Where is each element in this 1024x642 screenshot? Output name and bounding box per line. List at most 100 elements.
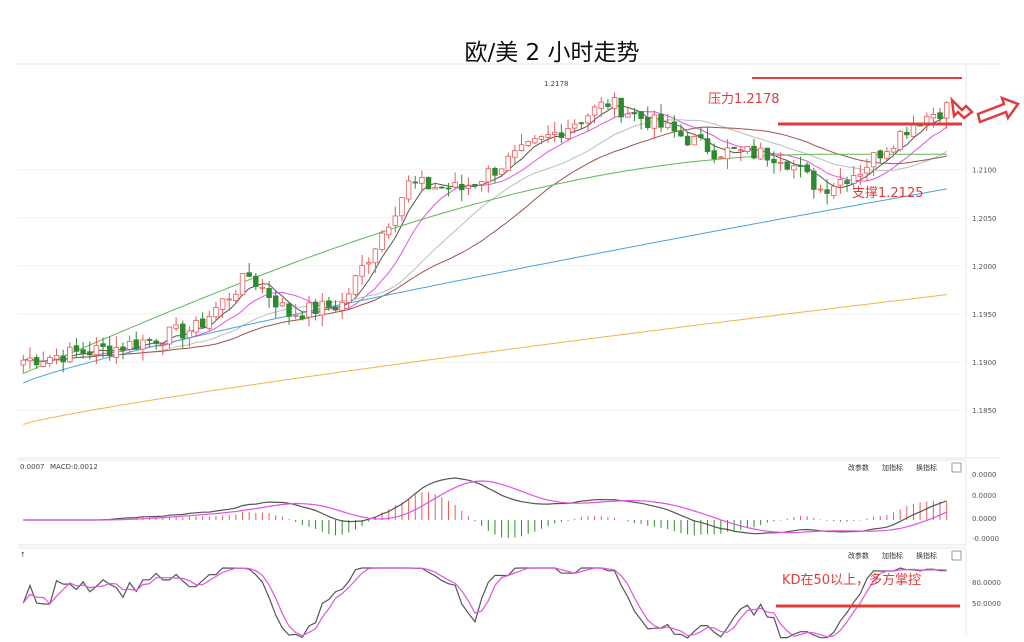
candle-body: [146, 339, 153, 341]
candle-body: [346, 293, 352, 303]
y-tick-label: 1.1950: [972, 311, 997, 319]
candle-body: [180, 323, 186, 339]
candle-body: [518, 144, 525, 151]
candle-body: [27, 357, 33, 362]
candle-body: [87, 351, 93, 356]
kd-change-params-button[interactable]: 改参数: [848, 551, 869, 560]
candle-body: [664, 122, 671, 129]
candle-body: [724, 147, 731, 160]
arrow-icon: [950, 95, 1020, 124]
candle-body: [273, 295, 279, 308]
y-tick-label: 1.1850: [972, 407, 997, 415]
resistance-label: 压力1.2178: [708, 92, 780, 107]
change-params-button[interactable]: 改参数: [848, 463, 869, 472]
candle-body: [718, 156, 724, 159]
candle-body: [857, 173, 864, 177]
candle-body: [259, 287, 266, 289]
candle-body: [837, 179, 844, 186]
candle-body: [804, 164, 810, 173]
candle-body: [545, 134, 551, 138]
candle-body: [306, 302, 312, 318]
ma5-line: [23, 105, 947, 362]
candle-body: [937, 112, 943, 120]
candle-body: [419, 177, 425, 184]
candle-body: [784, 161, 790, 170]
macd-header-value: 0.0007: [20, 463, 45, 471]
candle-body: [492, 167, 498, 176]
macd-dea-line: [23, 480, 947, 534]
candle-body: [133, 339, 139, 349]
kd-close-icon[interactable]: [951, 550, 962, 561]
candle-body: [93, 344, 100, 356]
macd-histogram: [102, 492, 948, 538]
candle-body: [20, 359, 27, 366]
candle-body: [213, 307, 219, 318]
candle-body: [505, 155, 511, 171]
candle-body: [904, 131, 910, 136]
candle-body: [864, 166, 870, 174]
candle-body: [40, 361, 46, 367]
candle-body: [292, 314, 299, 317]
kd-y-tick-labels: 80.0000 50.0000: [972, 579, 1001, 608]
macd-y-tick-label: -0.0000: [972, 535, 999, 543]
candle-body: [319, 300, 325, 316]
main-y-tick-labels: 1.2100 1.2050 1.2000 1.1950 1.1900 1.1850: [972, 167, 997, 415]
add-indicator-button[interactable]: 加指标: [882, 463, 903, 472]
candle-body: [73, 345, 80, 352]
candle-body: [738, 149, 744, 152]
candlesticks: [20, 92, 950, 374]
candle-body: [658, 113, 664, 128]
candle-body: [312, 301, 319, 314]
candle-body: [53, 355, 60, 360]
candle-body: [791, 165, 797, 171]
kd-header-buttons[interactable]: 改参数 加指标 换指标: [848, 550, 962, 561]
candle-body: [591, 106, 598, 116]
candle-body: [797, 165, 804, 167]
candle-body: [585, 115, 591, 124]
kd-swap-indicator-button[interactable]: 换指标: [916, 551, 937, 560]
candle-body: [671, 121, 678, 132]
candle-body: [824, 189, 830, 194]
candle-body: [552, 131, 558, 135]
macd-lines: [23, 477, 947, 535]
swap-indicator-button[interactable]: 换指标: [916, 463, 937, 472]
macd-dif-line: [23, 477, 947, 535]
candle-body: [478, 181, 485, 185]
candle-body: [239, 273, 246, 296]
macd-header-buttons[interactable]: 改参数 加指标 换指标: [848, 462, 962, 473]
candle-body: [113, 347, 120, 358]
candle-body: [870, 152, 877, 168]
macd-y-tick-label: 0.0000: [972, 492, 997, 500]
candle-body: [372, 248, 379, 264]
candle-body: [405, 180, 412, 200]
candle-body: [126, 340, 133, 350]
candle-body: [326, 300, 332, 308]
candle-body: [943, 102, 950, 119]
candle-body: [565, 128, 571, 139]
macd-y-tick-labels: 0.0000 0.0000 0.0000 -0.0000: [972, 471, 999, 543]
y-tick-label: 1.2100: [972, 167, 997, 175]
macd-y-tick-label: 0.0000: [972, 471, 997, 479]
candle-body: [611, 97, 618, 109]
candle-body: [538, 136, 545, 140]
close-icon[interactable]: [951, 462, 962, 473]
candle-body: [33, 357, 40, 366]
candle-body: [233, 293, 239, 301]
candle-body: [160, 343, 166, 346]
candle-body: [757, 147, 764, 160]
candle-body: [425, 177, 432, 190]
candle-body: [817, 188, 824, 191]
candle-body: [777, 162, 784, 164]
candle-body: [120, 346, 126, 351]
candle-body: [199, 318, 206, 328]
candle-body: [392, 215, 399, 226]
candle-body: [512, 150, 518, 158]
kd-header-arrow: ↑: [20, 551, 26, 559]
candle-body: [691, 136, 697, 146]
kd-y-tick-label: 50.0000: [972, 600, 1001, 608]
candle-body: [598, 101, 604, 109]
candle-body: [485, 168, 492, 183]
candle-body: [684, 135, 691, 146]
kd-add-indicator-button[interactable]: 加指标: [882, 551, 903, 560]
candle-body: [432, 187, 438, 190]
